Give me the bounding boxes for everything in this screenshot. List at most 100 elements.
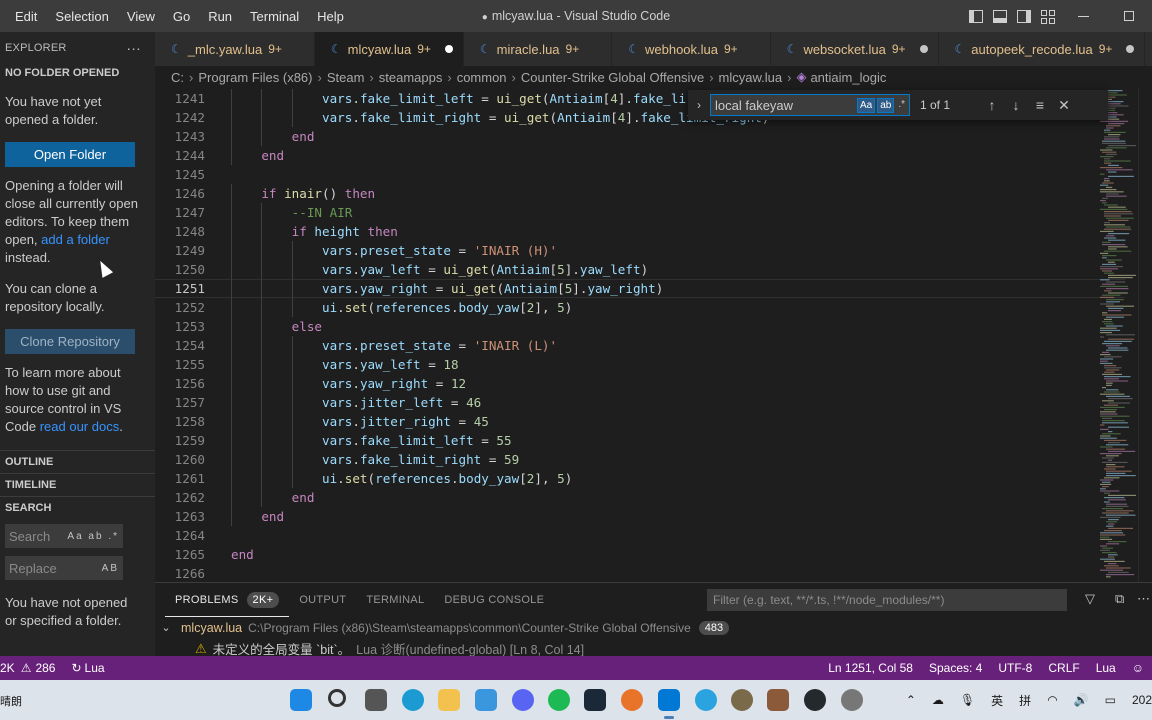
editor-tab[interactable]: ☾ miracle.lua 9+ [463,32,613,66]
line-number[interactable]: 1262 [155,488,205,507]
toggle-replace-chevron-icon[interactable]: › [688,98,710,112]
file-explorer-icon[interactable] [438,689,460,711]
open-folder-button[interactable]: Open Folder [5,142,135,167]
code-line[interactable]: 1254 vars.preset_state = 'INAIR (L)' [155,336,1125,355]
outline-section[interactable]: OUTLINE [0,451,155,473]
line-number[interactable]: 1252 [155,298,205,317]
line-number[interactable]: 1259 [155,431,205,450]
tab-output[interactable]: OUTPUT [289,583,356,617]
code-line[interactable]: 1263 end [155,507,1125,526]
menu-selection[interactable]: Selection [46,0,117,32]
task-view-icon[interactable] [365,689,387,711]
code-line[interactable]: 1260 vars.fake_limit_right = 59 [155,450,1125,469]
problems-filter-input[interactable]: Filter (e.g. text, **/*.ts, !**/node_mod… [707,589,1067,611]
menu-run[interactable]: Run [199,0,241,32]
ime-language[interactable]: 英 [991,692,1003,709]
unsaved-dot-icon[interactable] [444,45,453,53]
line-number[interactable]: 1244 [155,146,205,165]
battery-icon[interactable]: ▭ [1105,693,1116,707]
editor-tab[interactable]: ☾ _mlc.yaw.lua 9+ [155,32,315,66]
csgo-icon[interactable] [731,689,753,711]
customize-layout-icon[interactable] [1041,9,1055,24]
code-line[interactable]: 1264 [155,526,1125,545]
problems-status[interactable]: 2K ⚠ 286 [0,661,63,675]
more-actions-icon[interactable]: ··· [126,40,141,56]
edge-icon[interactable] [402,689,424,711]
indentation[interactable]: Spaces: 4 [921,661,990,675]
github-icon[interactable] [804,689,826,711]
find-in-selection-icon[interactable]: ≡ [1028,97,1052,113]
clock[interactable]: 202 [1132,693,1152,707]
regex-toggle[interactable]: .* [896,98,907,113]
line-number[interactable]: 1261 [155,469,205,488]
app-icon[interactable] [621,689,643,711]
cursor-position[interactable]: Ln 1251, Col 58 [820,661,921,675]
search-section[interactable]: SEARCH [0,497,155,519]
line-number[interactable]: 1246 [155,184,205,203]
code-line[interactable]: 1247 --IN AIR [155,203,1125,222]
read-docs-link[interactable]: read our docs [40,419,120,434]
code-line[interactable]: 1252 ui.set(references.body_yaw[2], 5) [155,298,1125,317]
search-input[interactable]: Search Aa ab .* [5,524,123,548]
line-number[interactable]: 1243 [155,127,205,146]
minimap[interactable] [1098,88,1138,582]
discord-icon[interactable] [512,689,534,711]
code-line[interactable]: 1258 vars.jitter_right = 45 [155,412,1125,431]
line-number[interactable]: 1250 [155,260,205,279]
replace-input[interactable]: Replace AB [5,556,123,580]
menu-go[interactable]: Go [164,0,199,32]
code-line[interactable]: 1255 vars.yaw_left = 18 [155,355,1125,374]
volume-icon[interactable]: 🔊 [1074,693,1089,707]
breadcrumb-item[interactable]: Steam [327,70,365,85]
end-of-line[interactable]: CRLF [1040,661,1087,675]
ime-mode[interactable]: 拼 [1019,692,1031,709]
feedback-icon[interactable]: ☺ [1124,661,1152,675]
filter-icon[interactable]: ▽ [1085,591,1095,607]
line-number[interactable]: 1254 [155,336,205,355]
previous-match-icon[interactable]: ↑ [980,97,1004,113]
timeline-section[interactable]: TIMELINE [0,474,155,496]
match-case-toggle[interactable]: Aa [856,97,876,113]
weather-text[interactable]: 晴朗 [0,693,22,709]
panel-more-icon[interactable]: ⋯ [1137,591,1150,607]
lua-server-status[interactable]: ↻ Lua [63,661,112,675]
vscode-icon[interactable] [658,689,680,711]
line-number[interactable]: 1264 [155,526,205,545]
code-line[interactable]: 1256 vars.yaw_right = 12 [155,374,1125,393]
code-line[interactable]: 1262 end [155,488,1125,507]
game-icon[interactable] [767,689,789,711]
line-number[interactable]: 1253 [155,317,205,336]
no-folder-section-title[interactable]: NO FOLDER OPENED [0,62,155,84]
clone-repository-button[interactable]: Clone Repository [5,329,135,354]
next-match-icon[interactable]: ↓ [1004,97,1028,113]
editor-tab[interactable]: ☾Lo [1145,32,1152,66]
code-line[interactable]: 1250 vars.yaw_left = ui_get(Antiaim[5].y… [155,260,1125,279]
editor-tab[interactable]: ☾ webhook.lua 9+ [612,32,771,66]
find-input[interactable]: local fakeyaw Aa ab .* [710,94,910,116]
line-number[interactable]: 1248 [155,222,205,241]
breadcrumb-item[interactable]: C: [171,70,184,85]
toggle-secondary-sidebar-icon[interactable] [1017,9,1031,23]
chevron-down-icon[interactable]: ⌄ [155,621,177,634]
tab-debug-console[interactable]: DEBUG CONSOLE [434,583,554,617]
code-line[interactable]: 1246 if inair() then [155,184,1125,203]
editor-scrollbar[interactable] [1138,88,1152,582]
menu-help[interactable]: Help [308,0,353,32]
menu-view[interactable]: View [118,0,164,32]
line-number[interactable]: 1247 [155,203,205,222]
code-line[interactable]: 1248 if height then [155,222,1125,241]
editor-tab[interactable]: ☾ mlcyaw.lua 9+ [314,32,464,66]
toggle-primary-sidebar-icon[interactable] [969,9,983,23]
problem-file-row[interactable]: ⌄ mlcyaw.lua C:\Program Files (x86)\Stea… [155,617,1152,638]
breadcrumb-item[interactable]: mlcyaw.lua [719,70,783,85]
tab-terminal[interactable]: TERMINAL [356,583,434,617]
line-number[interactable]: 1241 [155,89,205,108]
editor-tab[interactable]: ☾ websocket.lua 9+ [770,32,939,66]
minimize-button[interactable] [1060,0,1106,32]
spotify-icon[interactable] [548,689,570,711]
toggle-panel-icon[interactable] [993,9,1007,23]
line-number[interactable]: 1265 [155,545,205,564]
line-number[interactable]: 1251 [155,279,205,298]
telegram-icon[interactable] [695,689,717,711]
tab-problems[interactable]: PROBLEMS 2K+ [165,583,289,617]
